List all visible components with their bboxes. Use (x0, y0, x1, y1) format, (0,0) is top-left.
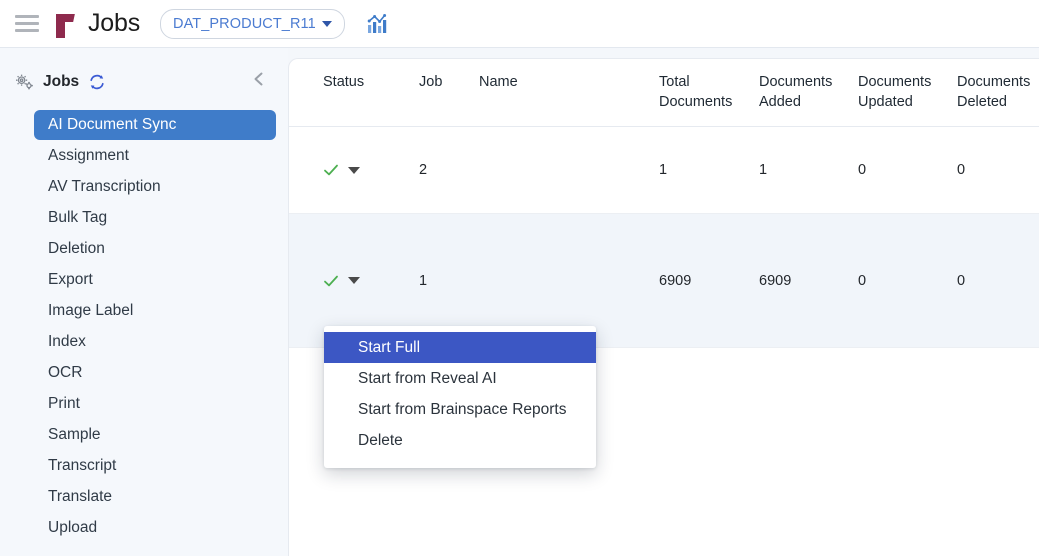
sidebar-item-translate[interactable]: Translate (34, 482, 280, 512)
sidebar-item-label: AV Transcription (48, 178, 161, 195)
hamburger-icon[interactable] (12, 9, 42, 39)
cell-documents-deleted: 0 (957, 213, 1039, 349)
sidebar-item-bulk-tag[interactable]: Bulk Tag (34, 203, 280, 233)
jobs-panel: Status Job Name Total Documents Document… (288, 58, 1039, 556)
sidebar-title: Jobs (43, 73, 80, 90)
menu-item-delete[interactable]: Delete (324, 425, 596, 456)
green-check-icon (323, 273, 339, 289)
sidebar-item-label: Image Label (48, 302, 134, 319)
menu-item-label: Delete (358, 431, 403, 449)
project-selector-label: DAT_PRODUCT_R11 (173, 15, 316, 32)
column-header-documents-deleted[interactable]: Documents Deleted (957, 59, 1039, 128)
cell-documents-added: 6909 (759, 213, 858, 349)
table-header-row: Status Job Name Total Documents Document… (289, 59, 1039, 128)
menu-item-label: Start from Reveal AI (358, 369, 497, 387)
job-actions-context-menu: Start Full Start from Reveal AI Start fr… (324, 326, 596, 468)
sidebar-item-upload[interactable]: Upload (34, 513, 280, 543)
cell-name (479, 126, 659, 215)
cell-documents-added: 1 (759, 126, 858, 215)
sidebar-item-export[interactable]: Export (34, 265, 280, 295)
sidebar-item-label: Deletion (48, 240, 105, 257)
sidebar-item-label: Index (48, 333, 86, 350)
caret-down-icon (321, 20, 332, 27)
bar-chart-icon[interactable] (365, 11, 391, 37)
sidebar-item-label: Assignment (48, 147, 129, 164)
table-row[interactable]: 2 1 1 0 0 (289, 126, 1039, 215)
refresh-icon[interactable] (88, 73, 106, 91)
cell-status (289, 126, 419, 215)
sidebar-item-label: Transcript (48, 457, 117, 474)
chevron-left-icon[interactable] (250, 70, 268, 88)
cell-total-documents: 6909 (659, 213, 759, 349)
sidebar-item-assignment[interactable]: Assignment (34, 141, 280, 171)
hamburger-bar (15, 15, 39, 18)
page-title: Jobs (88, 9, 141, 37)
caret-down-icon[interactable] (348, 277, 360, 285)
sidebar-item-av-transcription[interactable]: AV Transcription (34, 172, 280, 202)
sidebar-item-label: OCR (48, 364, 83, 381)
column-header-job[interactable]: Job (419, 59, 479, 128)
jobs-table-head: Status Job Name Total Documents Document… (289, 59, 1039, 128)
sidebar-item-print[interactable]: Print (34, 389, 280, 419)
reveal-logo-icon (54, 10, 76, 38)
column-header-documents-updated[interactable]: Documents Updated (858, 59, 957, 128)
sidebar-item-ocr[interactable]: OCR (34, 358, 280, 388)
application-root: Jobs DAT_PRODUCT_R11 Jobs AI Document Sy… (0, 0, 1039, 556)
menu-item-start-from-reveal-ai[interactable]: Start from Reveal AI (324, 363, 596, 394)
sidebar-item-label: AI Document Sync (48, 116, 177, 133)
status-badge (289, 273, 419, 289)
sidebar-item-label: Export (48, 271, 93, 288)
status-badge (289, 162, 419, 178)
sidebar-nav-list: AI Document Sync Assignment AV Transcrip… (0, 110, 288, 543)
hamburger-bar (15, 22, 39, 25)
logo-arm (62, 13, 75, 22)
jobs-table-body: 2 1 1 0 0 1 6909 6909 0 0 (289, 126, 1039, 349)
column-header-documents-added[interactable]: Documents Added (759, 59, 858, 128)
sidebar-item-label: Print (48, 395, 80, 412)
sidebar-item-deletion[interactable]: Deletion (34, 234, 280, 264)
menu-item-label: Start from Brainspace Reports (358, 400, 567, 418)
sidebar-item-image-label[interactable]: Image Label (34, 296, 280, 326)
cell-documents-deleted: 0 (957, 126, 1039, 215)
sidebar-item-label: Translate (48, 488, 113, 505)
sidebar-item-label: Upload (48, 519, 98, 536)
project-selector[interactable]: DAT_PRODUCT_R11 (160, 8, 345, 39)
green-check-icon (323, 162, 339, 178)
sidebar-item-index[interactable]: Index (34, 327, 280, 357)
menu-item-start-from-brainspace-reports[interactable]: Start from Brainspace Reports (324, 394, 596, 425)
sidebar-item-sample[interactable]: Sample (34, 420, 280, 450)
sidebar-header: Jobs (0, 62, 288, 102)
sidebar-item-label: Bulk Tag (48, 209, 108, 226)
column-header-name[interactable]: Name (479, 59, 659, 128)
top-header-bar: Jobs DAT_PRODUCT_R11 (0, 0, 1039, 48)
menu-item-label: Start Full (358, 338, 421, 356)
caret-down-icon[interactable] (348, 166, 360, 174)
column-header-status[interactable]: Status (289, 59, 419, 128)
sidebar: Jobs AI Document Sync Assignment AV Tran… (0, 48, 288, 556)
column-header-total-documents[interactable]: Total Documents (659, 59, 759, 128)
sidebar-item-label: Sample (48, 426, 101, 443)
gears-icon (14, 72, 34, 92)
cell-documents-updated: 0 (858, 213, 957, 349)
sidebar-item-transcript[interactable]: Transcript (34, 451, 280, 481)
hamburger-bar (15, 29, 39, 32)
cell-documents-updated: 0 (858, 126, 957, 215)
cell-job: 2 (419, 126, 479, 215)
cell-total-documents: 1 (659, 126, 759, 215)
sidebar-item-ai-document-sync[interactable]: AI Document Sync (34, 110, 276, 140)
jobs-table: Status Job Name Total Documents Document… (289, 59, 1039, 349)
menu-item-start-full[interactable]: Start Full (324, 332, 596, 363)
